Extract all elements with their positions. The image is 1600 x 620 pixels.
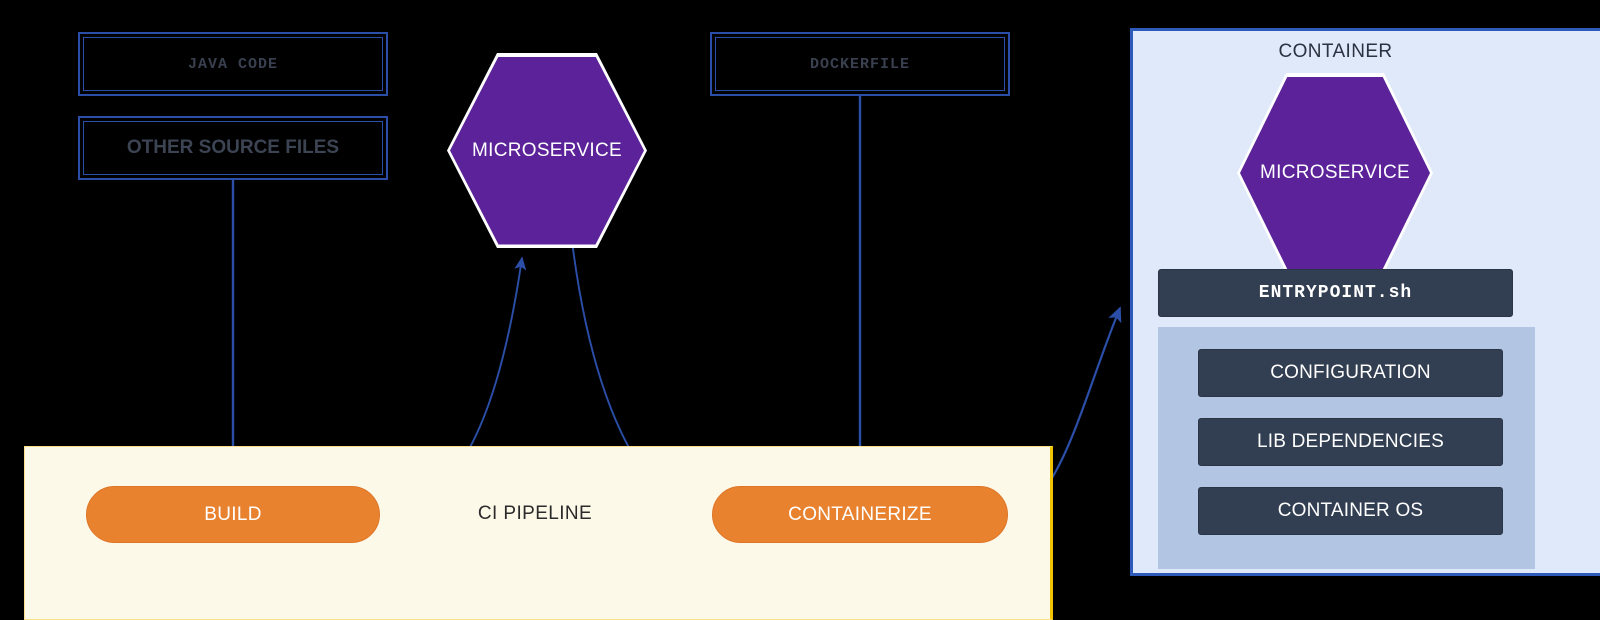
pipeline-stage-build-label: BUILD <box>204 503 262 525</box>
java-code-box[interactable]: JAVA CODE <box>78 32 388 96</box>
container-layer-configuration[interactable]: CONFIGURATION <box>1198 349 1503 397</box>
microservice-hexagon-fill: MICROSERVICE <box>450 56 644 245</box>
microservice-hexagon-outline: MICROSERVICE <box>447 53 647 248</box>
pipeline-stage-build[interactable]: BUILD <box>86 486 380 543</box>
container-panel: CONTAINER MICROSERVICE ENTRYPOINT.sh CON… <box>1130 28 1600 576</box>
container-title: CONTAINER <box>1278 41 1393 62</box>
other-source-files-label: OTHER SOURCE FILES <box>126 137 340 158</box>
container-microservice-hexagon-label: MICROSERVICE <box>1260 162 1410 183</box>
entrypoint-box[interactable]: ENTRYPOINT.sh <box>1158 269 1513 317</box>
container-microservice-hexagon-fill: MICROSERVICE <box>1240 76 1430 270</box>
pipeline-stage-containerize[interactable]: CONTAINERIZE <box>712 486 1008 543</box>
dockerfile-box[interactable]: DOCKERFILE <box>710 32 1010 96</box>
entrypoint-label: ENTRYPOINT.sh <box>1258 283 1413 303</box>
container-microservice-hexagon-outline: MICROSERVICE <box>1237 73 1433 273</box>
microservice-hexagon[interactable]: MICROSERVICE <box>447 53 647 248</box>
container-layer-container-os[interactable]: CONTAINER OS <box>1198 487 1503 535</box>
ci-pipeline-label: CI PIPELINE <box>477 503 593 524</box>
other-source-files-box[interactable]: OTHER SOURCE FILES <box>78 116 388 180</box>
container-layer-lib-dependencies-label: LIB DEPENDENCIES <box>1257 431 1444 452</box>
pipeline-stage-containerize-label: CONTAINERIZE <box>788 503 932 525</box>
container-title-wrap: CONTAINER <box>1133 41 1538 67</box>
ci-pipeline-label-wrap: CI PIPELINE <box>440 500 630 528</box>
container-microservice-hexagon[interactable]: MICROSERVICE <box>1237 73 1433 273</box>
diagram-canvas: JAVA CODE OTHER SOURCE FILES DOCKERFILE … <box>0 0 1600 620</box>
java-code-label: JAVA CODE <box>187 55 278 73</box>
java-code-box-inner: JAVA CODE <box>83 37 383 91</box>
other-source-files-box-inner: OTHER SOURCE FILES <box>83 121 383 175</box>
dockerfile-label: DOCKERFILE <box>809 55 910 73</box>
dockerfile-box-inner: DOCKERFILE <box>715 37 1005 91</box>
microservice-hexagon-label: MICROSERVICE <box>472 139 622 161</box>
container-layer-stack: CONFIGURATION LIB DEPENDENCIES CONTAINER… <box>1158 327 1535 569</box>
container-layer-lib-dependencies[interactable]: LIB DEPENDENCIES <box>1198 418 1503 466</box>
container-layer-configuration-label: CONFIGURATION <box>1270 362 1431 383</box>
container-layer-container-os-label: CONTAINER OS <box>1277 500 1424 521</box>
